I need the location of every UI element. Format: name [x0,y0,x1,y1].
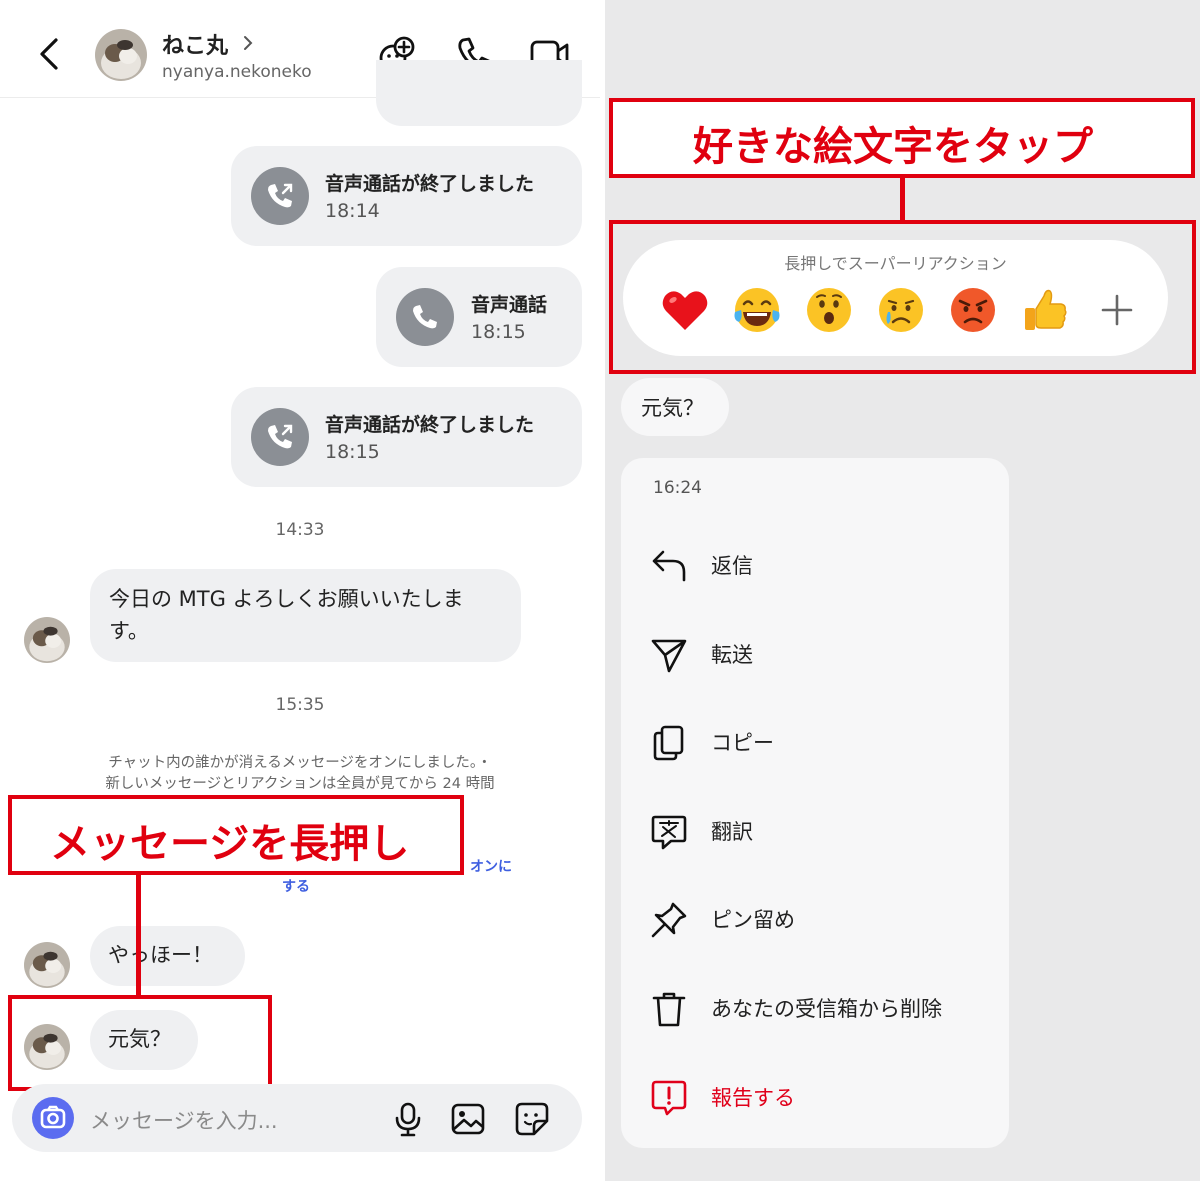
call-ended-icon-wrap [251,167,309,225]
menu-item-copy[interactable]: コピー [621,711,1009,771]
forward-icon [651,639,687,673]
message-timestamp: 16:24 [653,478,702,498]
message-context-menu: 16:24 返信 転送 コピー 翻訳 ピン留め あなたの受信箱から削除 報告する [621,458,1009,1148]
call-title: 音声通話 [471,294,548,316]
menu-item-translate[interactable]: 翻訳 [621,800,1009,860]
back-icon[interactable] [34,36,66,72]
message-bubble[interactable]: やっほー！ [90,926,245,986]
call-ended-icon-wrap [251,408,309,466]
menu-item-delete[interactable]: あなたの受信箱から削除 [621,977,1009,1037]
call-time: 18:15 [471,321,526,343]
menu-item-reply[interactable]: 返信 [621,534,1009,594]
callout-box-tap-emoji: 好きな絵文字をタップ [609,98,1195,178]
timestamp: 15:35 [275,695,325,715]
reply-icon [652,550,686,582]
sender-avatar[interactable] [24,942,70,988]
message-text: 元気？ [641,396,704,420]
menu-item-label: コピー [711,731,774,755]
menu-item-label: ピン留め [711,908,795,932]
message-text: 今日の MTG よろしくお願いいたしま [109,587,464,611]
message-text: やっほー！ [108,943,213,967]
call-time: 18:14 [325,200,380,222]
chat-screen: ねこ丸 nyanya.nekoneko 音声通話が終了しました 18:14 音声… [0,0,600,1181]
call-ended-icon [268,424,293,449]
message-input[interactable]: メッセージを入力... [90,1105,278,1135]
message-context-screen: 好きな絵文字をタップ 長押しでスーパーリアクション 元気？ 16:24 返信 転… [605,0,1200,1181]
contact-name[interactable]: ねこ丸 [162,28,228,60]
callout-text: 好きな絵文字をタップ [693,124,1093,170]
copy-icon [653,725,684,761]
report-icon [651,1080,687,1116]
menu-item-label: 転送 [711,643,753,667]
system-notice-link[interactable]: オンに [470,856,512,876]
call-bubble[interactable]: 音声通話が終了しました 18:14 [231,146,582,246]
sticker-icon[interactable] [514,1101,550,1137]
menu-item-label: あなたの受信箱から削除 [711,997,942,1021]
contact-username: nyanya.nekoneko [162,62,312,82]
pin-icon [651,902,687,938]
message-text: す。 [109,619,149,643]
call-bubble[interactable]: 音声通話 18:15 [376,267,582,367]
trash-icon [652,992,686,1027]
callout-connector [900,178,905,220]
call-title: 音声通話が終了しました [325,414,535,436]
microphone-icon[interactable] [390,1101,426,1137]
system-notice-link[interactable]: する [282,876,310,896]
contact-avatar[interactable] [95,29,147,81]
message-input-bar: メッセージを入力... [12,1084,582,1152]
call-icon-wrap [396,288,454,346]
call-time: 18:15 [325,441,380,463]
system-notice-line: チャット内の誰かが消えるメッセージをオンにしました。・ [108,755,492,771]
camera-icon [40,1105,66,1129]
timestamp: 14:33 [275,520,325,540]
selected-message-bubble[interactable]: 元気？ [621,378,729,436]
call-bubble[interactable]: 音声通話が終了しました 18:15 [231,387,582,487]
menu-item-pin[interactable]: ピン留め [621,888,1009,948]
menu-item-report[interactable]: 報告する [621,1066,1009,1126]
call-icon [413,305,437,329]
callout-text: メッセージを長押し [50,821,410,867]
callout-box-long-press: メッセージを長押し [8,795,464,875]
sender-avatar[interactable] [24,617,70,663]
menu-item-label: 報告する [711,1086,795,1110]
menu-item-label: 翻訳 [711,820,753,844]
chevron-right-icon[interactable] [241,34,255,52]
callout-highlight-message [8,995,272,1091]
system-notice-line: 新しいメッセージとリアクションは全員が見てから 24 時間 [105,776,495,792]
camera-button[interactable] [32,1097,74,1139]
menu-item-forward[interactable]: 転送 [621,623,1009,683]
translate-icon [651,815,687,850]
gallery-icon[interactable] [450,1101,486,1137]
menu-item-label: 返信 [711,554,753,578]
call-ended-icon [268,183,293,208]
callout-connector [136,875,141,995]
callout-highlight-reactions [609,220,1196,374]
call-title: 音声通話が終了しました [325,173,535,195]
call-bubble-partial[interactable] [376,60,582,126]
message-bubble[interactable]: 今日の MTG よろしくお願いいたしま す。 [90,569,521,662]
